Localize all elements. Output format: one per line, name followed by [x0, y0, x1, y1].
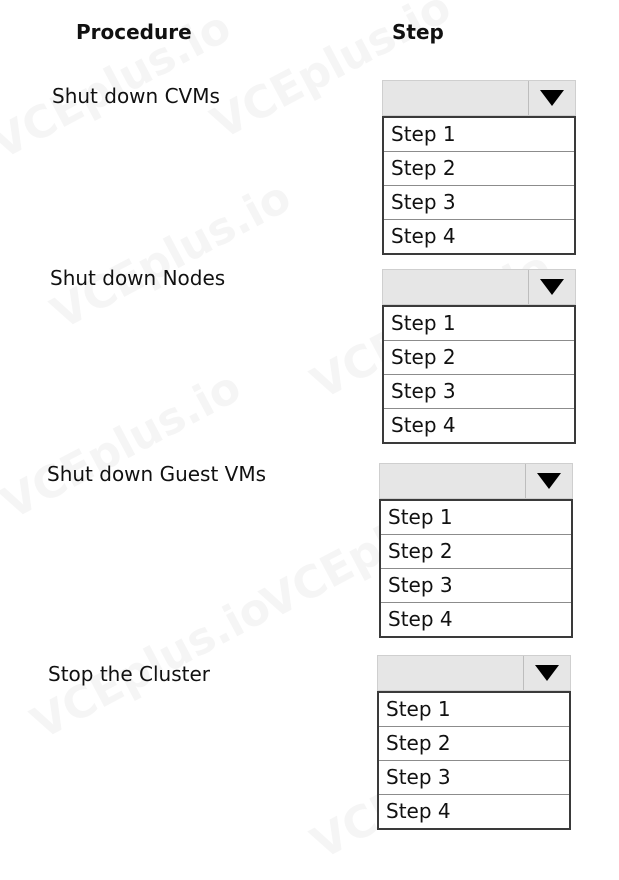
procedure-label: Stop the Cluster: [48, 662, 210, 686]
dropdown-option[interactable]: Step 1: [384, 307, 574, 340]
watermark-text: VCEplus.io: [0, 361, 250, 530]
dropdown-option[interactable]: Step 2: [379, 726, 569, 760]
dropdown-option[interactable]: Step 4: [384, 408, 574, 442]
procedure-label: Shut down CVMs: [52, 84, 220, 108]
dropdown-selected[interactable]: [382, 269, 576, 305]
step-dropdown-shut-down-guest-vms[interactable]: Step 1 Step 2 Step 3 Step 4: [379, 463, 573, 638]
dropdown-option[interactable]: Step 4: [381, 602, 571, 636]
procedure-label: Shut down Guest VMs: [47, 462, 267, 486]
dropdown-button[interactable]: [523, 656, 570, 690]
dropdown-options: Step 1 Step 2 Step 3 Step 4: [377, 691, 571, 830]
dropdown-button[interactable]: [528, 270, 575, 304]
step-dropdown-stop-the-cluster[interactable]: Step 1 Step 2 Step 3 Step 4: [377, 655, 571, 830]
dropdown-options: Step 1 Step 2 Step 3 Step 4: [382, 116, 576, 255]
procedure-label: Shut down Nodes: [50, 266, 226, 290]
dropdown-option[interactable]: Step 1: [379, 693, 569, 726]
dropdown-selected[interactable]: [377, 655, 571, 691]
dropdown-option[interactable]: Step 2: [384, 151, 574, 185]
dropdown-button[interactable]: [528, 81, 575, 115]
dropdown-option[interactable]: Step 2: [381, 534, 571, 568]
dropdown-option[interactable]: Step 1: [384, 118, 574, 151]
dropdown-options: Step 1 Step 2 Step 3 Step 4: [379, 499, 573, 638]
watermark-text: VCEplus.io: [43, 171, 300, 340]
triangle-down-icon: [535, 665, 559, 681]
triangle-down-icon: [537, 473, 561, 489]
step-header: Step: [392, 20, 444, 44]
dropdown-button[interactable]: [525, 464, 572, 498]
triangle-down-icon: [540, 90, 564, 106]
dropdown-option[interactable]: Step 3: [381, 568, 571, 602]
dropdown-selected[interactable]: [379, 463, 573, 499]
dropdown-option[interactable]: Step 1: [381, 501, 571, 534]
dropdown-option[interactable]: Step 4: [379, 794, 569, 828]
procedure-header: Procedure: [76, 20, 192, 44]
dropdown-selected[interactable]: [382, 80, 576, 116]
dropdown-option[interactable]: Step 3: [379, 760, 569, 794]
dropdown-options: Step 1 Step 2 Step 3 Step 4: [382, 305, 576, 444]
dropdown-option[interactable]: Step 3: [384, 185, 574, 219]
step-dropdown-shut-down-nodes[interactable]: Step 1 Step 2 Step 3 Step 4: [382, 269, 576, 444]
triangle-down-icon: [540, 279, 564, 295]
dropdown-option[interactable]: Step 3: [384, 374, 574, 408]
dropdown-option[interactable]: Step 4: [384, 219, 574, 253]
dropdown-option[interactable]: Step 2: [384, 340, 574, 374]
step-dropdown-shut-down-cvms[interactable]: Step 1 Step 2 Step 3 Step 4: [382, 80, 576, 255]
